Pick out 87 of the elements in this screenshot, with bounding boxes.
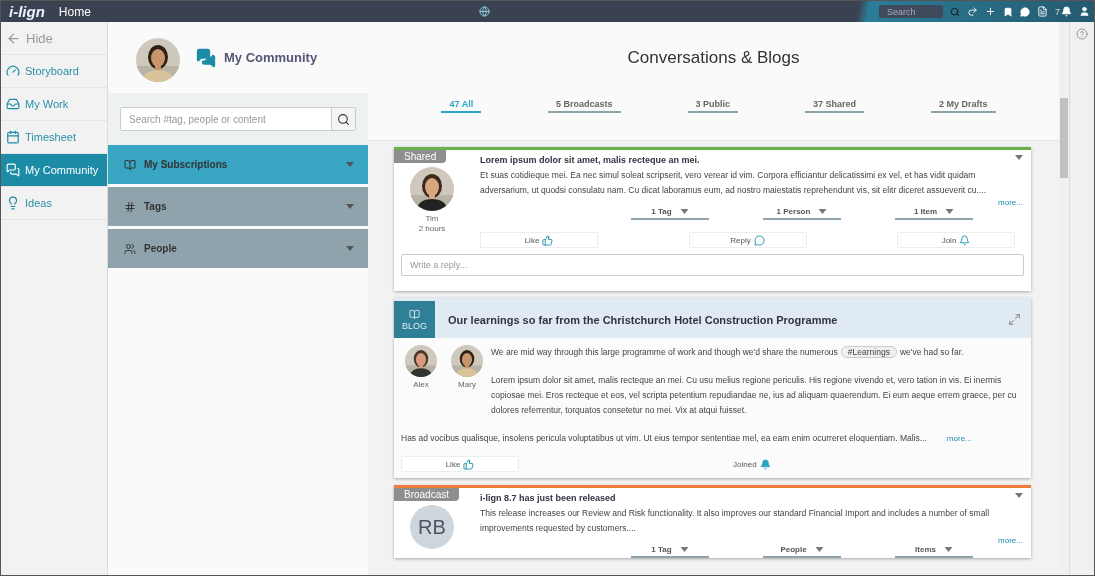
initials-avatar: RB (410, 505, 454, 549)
caret-icon (818, 209, 828, 214)
page-heading: Conversations & Blogs (627, 47, 800, 68)
caret-icon (679, 209, 689, 214)
search-field[interactable]: Search #tag, people or content (120, 107, 356, 131)
reply-field[interactable]: Write a reply... (401, 254, 1024, 276)
page-title: Home (58, 4, 91, 19)
more-link[interactable]: more... (998, 198, 1023, 207)
globe-icon[interactable] (479, 6, 491, 17)
blog-paragraph: Lorem ipsum dolor sit amet, malis recteque an mei. Cu usu melius regione periculis. His regione vivendo et, vero tation in vis. Ei inermis copiosae mei. Eros recteque et eos, vel scripta petentium repudiandae ne, ius ad aliquam quaerendum. Ei eum aeque errem graece, per cu dolores referrentur, torquatos consetetur no mei. Vix at atqui fuisset. (491, 374, 1018, 417)
post-body: This release increases our Review and Risk functionality. It also improves our standard Financial Import and includes a number of small improvements requested by customers.... (480, 507, 991, 535)
accordion-header[interactable]: People (108, 229, 368, 268)
caret-icon (943, 547, 953, 552)
blog-intro: We are mid way through this large programme of work and though we'd share the numerous #Learnings we've had so far. (491, 345, 965, 360)
section-title: My Community (224, 50, 318, 65)
speech-bubble-icon (753, 234, 765, 246)
inbox-icon (6, 97, 20, 111)
book-icon (409, 308, 420, 320)
notification-count: 7 (1054, 6, 1060, 17)
user-icon[interactable] (1079, 6, 1090, 17)
caret-icon[interactable] (346, 204, 354, 209)
filter-tab[interactable]: 3 Public (687, 99, 739, 113)
filter-dropdown[interactable]: 1 Person (763, 207, 841, 220)
search-field[interactable]: Search (878, 5, 943, 18)
filter-dropdown[interactable]: 1 Tag (631, 207, 709, 220)
more-link[interactable]: more... (946, 434, 972, 443)
filter-dropdown[interactable]: 1 Item (895, 207, 973, 220)
blog-title: Our learnings so far from the Christchurch Hotel Construction Programme (448, 313, 838, 326)
document-icon[interactable] (1036, 6, 1048, 17)
accordion-header[interactable]: My Subscriptions (108, 145, 368, 184)
blog-badge: BLOG (394, 301, 435, 338)
chat-bubbles-icon (6, 163, 20, 177)
share-arrow-icon[interactable] (966, 6, 978, 17)
nav-item[interactable]: Storyboard (1, 55, 107, 88)
joined-button[interactable]: Joined (733, 458, 771, 470)
post-body: Et suas cotidieque mei. Ea nec simul soleat scripserit, vero verear id vim. Corpora efficiantur delicatissimi ex vel, et has vidit quidam adversarium, ut quodsi consulatu nam. Cu dicat laboramus eum, ad nostro maiestatis reprehendunt vis, sit elitr diceret assueverit cu.... (480, 169, 987, 197)
chat-bubbles-icon (196, 47, 216, 68)
blog-paragraph: Has ad vocibus qualisque, insolens pericula voluptatibus ut vim. Ut eius tempor sententiae mel, ea eam enim ocurreret eloquentiam. Malis... (401, 432, 927, 445)
post-time: 2 hours (418, 224, 446, 234)
gauge-icon (6, 64, 20, 78)
caret-icon[interactable] (346, 246, 354, 251)
post-type-label: Broadcast (394, 488, 460, 501)
filter-tab[interactable]: 37 Shared (805, 99, 865, 113)
search-button[interactable] (331, 108, 355, 130)
plus-icon[interactable] (984, 6, 996, 17)
nav-item[interactable]: My Work (1, 88, 107, 121)
bell-icon[interactable] (1061, 6, 1072, 17)
nav-item[interactable]: My Community (1, 154, 107, 187)
more-link[interactable]: more... (998, 536, 1023, 545)
post-type-label: Shared (394, 150, 447, 163)
lightbulb-icon (6, 196, 20, 210)
scrollbar-thumb[interactable] (1060, 98, 1068, 178)
nav-item[interactable]: Ideas (1, 187, 107, 220)
caret-icon (814, 547, 824, 552)
search-icon (337, 112, 350, 126)
caret-icon (679, 547, 689, 552)
filter-dropdown[interactable]: 1 Tag (631, 545, 709, 558)
hash-icon (124, 200, 136, 213)
accordion-header[interactable]: Tags (108, 187, 368, 226)
bell-icon (959, 234, 971, 246)
post-title: Lorem ipsum dolor sit amet, malis recteque an mei. (480, 155, 700, 165)
dropdown-caret-icon[interactable] (1015, 155, 1023, 160)
reply-button[interactable]: Reply (688, 232, 807, 248)
like-button[interactable]: Like (401, 456, 519, 472)
like-button[interactable]: Like (480, 232, 598, 248)
filter-tab[interactable]: 2 My Drafts (931, 99, 996, 113)
bookmark-icon[interactable] (1002, 6, 1013, 17)
bell-icon (759, 458, 771, 470)
dropdown-caret-icon[interactable] (1015, 493, 1023, 498)
book-icon (124, 158, 136, 171)
caret-icon[interactable] (346, 162, 354, 167)
caret-icon (945, 209, 955, 214)
chat-icon[interactable] (1019, 6, 1030, 17)
author-name: Mary (458, 380, 476, 390)
search-icon[interactable] (949, 6, 960, 17)
thumbs-up-icon (542, 234, 554, 246)
post-title: i-lign 8.7 has just been released (480, 493, 616, 503)
calendar-icon (6, 130, 20, 144)
thumbs-up-icon (463, 458, 475, 470)
filter-tab[interactable]: 5 Broadcasts (548, 99, 621, 113)
logo[interactable]: i-lign (9, 3, 45, 20)
author-name: Tim (425, 214, 439, 224)
filter-dropdown[interactable]: Items (895, 545, 973, 558)
join-button[interactable]: Join (897, 232, 1015, 248)
author-name: Alex (413, 380, 429, 390)
filter-dropdown[interactable]: People (763, 545, 841, 558)
people-icon (124, 242, 136, 255)
